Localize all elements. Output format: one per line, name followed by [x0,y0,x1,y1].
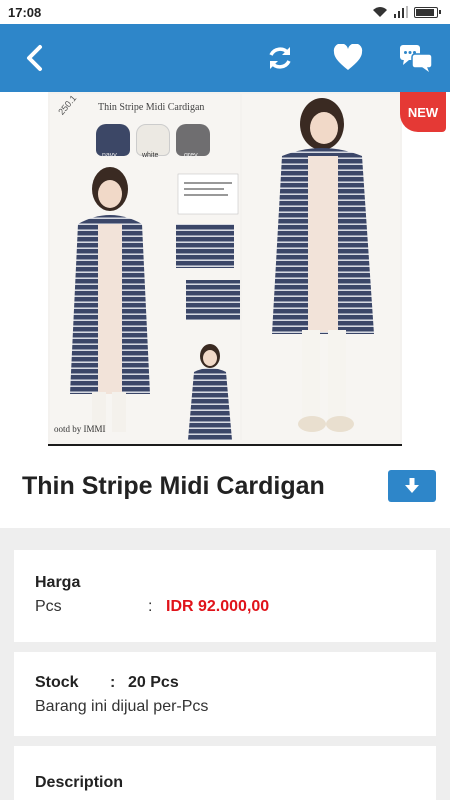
price-unit: Pcs [35,598,62,615]
favorite-button[interactable] [328,38,368,78]
stock-label: Stock [35,674,79,691]
price-heading: Harga [35,574,81,591]
swatch-navy-label: navy [102,152,117,159]
new-badge: NEW [400,92,446,132]
product-title-card: Thin Stripe Midi Cardigan [0,446,450,528]
stock-value: 20 Pcs [128,674,179,691]
refresh-button[interactable] [260,38,300,78]
image-title-text: Thin Stripe Midi Cardigan [98,102,205,113]
status-time: 17:08 [8,4,42,20]
swatch-grey-label: grey [184,152,198,159]
price-card: Harga Pcs : IDR 92.000,00 [14,550,436,642]
description-card: Description [14,746,436,800]
download-arrow-icon [405,478,419,493]
collage-left-panel: Thin Stripe Midi Cardigan 250.1 navy whi… [50,93,240,440]
image-caption-text: ootd by IMMI [54,424,106,434]
chat-icon [400,45,433,72]
price-value: IDR 92.000,00 [166,598,270,615]
back-button[interactable] [18,42,50,74]
heart-icon [333,44,363,70]
battery-icon [414,6,441,18]
signal-icon [394,6,408,18]
collage-right-panel [242,94,400,440]
app-bar [0,24,450,92]
status-icons [372,6,441,18]
product-image-area[interactable]: Thin Stripe Midi Cardigan 250.1 navy whi… [0,92,450,446]
swatch-white-label: white [142,152,159,159]
chat-button[interactable] [396,38,436,78]
stock-separator: : [110,674,116,691]
stock-card: Stock : 20 Pcs Barang ini dijual per-Pcs [14,652,436,736]
stock-note: Barang ini dijual per-Pcs [35,698,209,715]
model-illustration-right [272,98,374,432]
description-heading: Description [35,774,124,791]
price-separator: : [148,598,153,615]
download-button[interactable] [388,470,436,502]
refresh-icon [269,47,291,69]
product-image[interactable]: Thin Stripe Midi Cardigan 250.1 navy whi… [48,92,402,444]
chevron-left-icon [27,45,42,71]
status-bar: 17:08 [0,0,450,24]
wifi-icon [373,7,387,17]
product-title: Thin Stripe Midi Cardigan [22,472,325,500]
app-bar-actions [260,38,436,78]
